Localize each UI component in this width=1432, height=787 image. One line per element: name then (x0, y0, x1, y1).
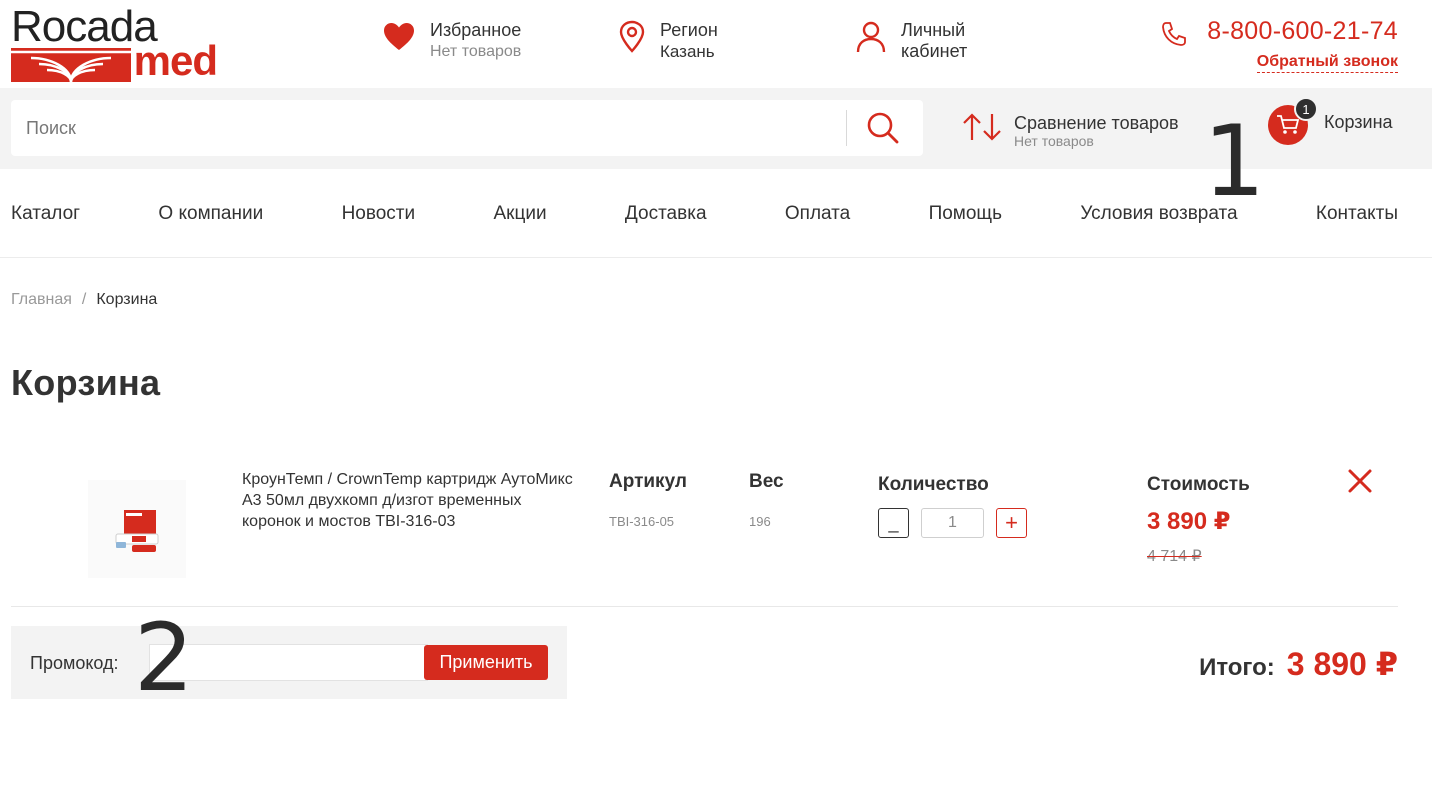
product-image[interactable] (88, 480, 186, 578)
cart-count-badge: 1 (1294, 97, 1318, 121)
order-total: Итого: 3 890 ₽ (1199, 645, 1398, 683)
nav-catalog[interactable]: Каталог (11, 203, 80, 225)
cart-row-divider (11, 606, 1398, 607)
quantity-input[interactable] (921, 508, 984, 538)
breadcrumb-separator: / (81, 291, 87, 308)
search-button[interactable] (861, 106, 905, 150)
favorites-title: Избранное (430, 20, 522, 40)
site-logo[interactable]: Rocada med (11, 4, 221, 82)
site-header: Rocada med Избранное Нет товаров Регион … (0, 0, 1432, 88)
phone-block: 8-800-600-21-74 Обратный звонок (1207, 16, 1398, 73)
product-thumbnail-icon (115, 510, 159, 552)
map-pin-icon (619, 20, 645, 53)
nav-about[interactable]: О компании (158, 203, 263, 225)
callback-link[interactable]: Обратный звонок (1256, 52, 1398, 73)
sku-value: TBI-316-05 (609, 514, 675, 529)
promo-block: Промокод: Применить (11, 626, 567, 699)
region-selector[interactable]: Регион Казань (618, 20, 718, 62)
heart-icon (384, 23, 414, 50)
apply-promo-button[interactable]: Применить (424, 645, 548, 680)
close-icon (1348, 469, 1372, 493)
cart-link[interactable]: 1 Корзина (1268, 97, 1393, 145)
search-input[interactable] (11, 100, 841, 156)
nav-divider (0, 257, 1432, 258)
quantity-increase-button[interactable]: + (996, 508, 1027, 538)
favorites-subtitle: Нет товаров (430, 43, 522, 60)
nav-payment[interactable]: Оплата (785, 203, 850, 225)
phone-number[interactable]: 8-800-600-21-74 (1207, 16, 1398, 46)
compare-title: Сравнение товаров (1014, 113, 1179, 133)
quantity-decrease-button[interactable]: _ (878, 508, 909, 538)
logo-waves-icon (11, 48, 131, 82)
quantity-stepper: _ + (878, 508, 1027, 538)
sku-label: Артикул (609, 471, 687, 492)
promo-label: Промокод: (30, 653, 119, 673)
breadcrumb-home[interactable]: Главная (11, 291, 72, 308)
nav-contacts[interactable]: Контакты (1316, 203, 1398, 225)
cart-icon-circle: 1 (1268, 97, 1318, 145)
sort-arrows-icon (963, 113, 1001, 141)
breadcrumb: Главная / Корзина (11, 291, 157, 309)
product-name[interactable]: КроунТемп / CrownTemp картридж АутоМикс … (242, 469, 582, 532)
item-price: 3 890 ₽ (1147, 508, 1231, 535)
account-link[interactable]: Личный кабинет (855, 20, 967, 62)
item-old-price: 4 714 ₽ (1147, 548, 1202, 565)
compare-subtitle: Нет товаров (1014, 133, 1094, 149)
cart-label: Корзина (1324, 112, 1393, 132)
main-nav: Каталог О компании Новости Акции Доставк… (11, 169, 1398, 258)
weight-value: 196 (749, 514, 771, 529)
page-title: Корзина (11, 362, 161, 403)
account-line1: Личный (901, 20, 966, 40)
total-label: Итого: (1199, 654, 1275, 681)
breadcrumb-current: Корзина (96, 291, 158, 308)
region-value: Казань (660, 42, 715, 61)
nav-delivery[interactable]: Доставка (625, 203, 707, 225)
annotation-number-2: 2 (134, 604, 194, 713)
nav-returns[interactable]: Условия возврата (1080, 203, 1237, 225)
user-icon (856, 21, 886, 53)
nav-promotions[interactable]: Акции (493, 203, 546, 225)
compare-link[interactable]: Сравнение товаров Нет товаров (962, 112, 1179, 148)
nav-help[interactable]: Помощь (929, 203, 1002, 225)
nav-news[interactable]: Новости (342, 203, 416, 225)
search-icon (867, 112, 899, 144)
remove-item-button[interactable] (1345, 466, 1375, 496)
quantity-label: Количество (878, 474, 989, 495)
search-divider (846, 110, 847, 146)
phone-icon (1162, 22, 1186, 46)
total-value: 3 890 ₽ (1286, 646, 1398, 682)
region-title: Регион (660, 20, 718, 40)
logo-text-bottom: med (133, 37, 218, 84)
account-line2: кабинет (901, 41, 968, 61)
favorites-link[interactable]: Избранное Нет товаров (382, 20, 521, 62)
weight-label: Вес (749, 471, 784, 492)
cost-label: Стоимость (1147, 474, 1250, 495)
search-box (11, 100, 923, 156)
